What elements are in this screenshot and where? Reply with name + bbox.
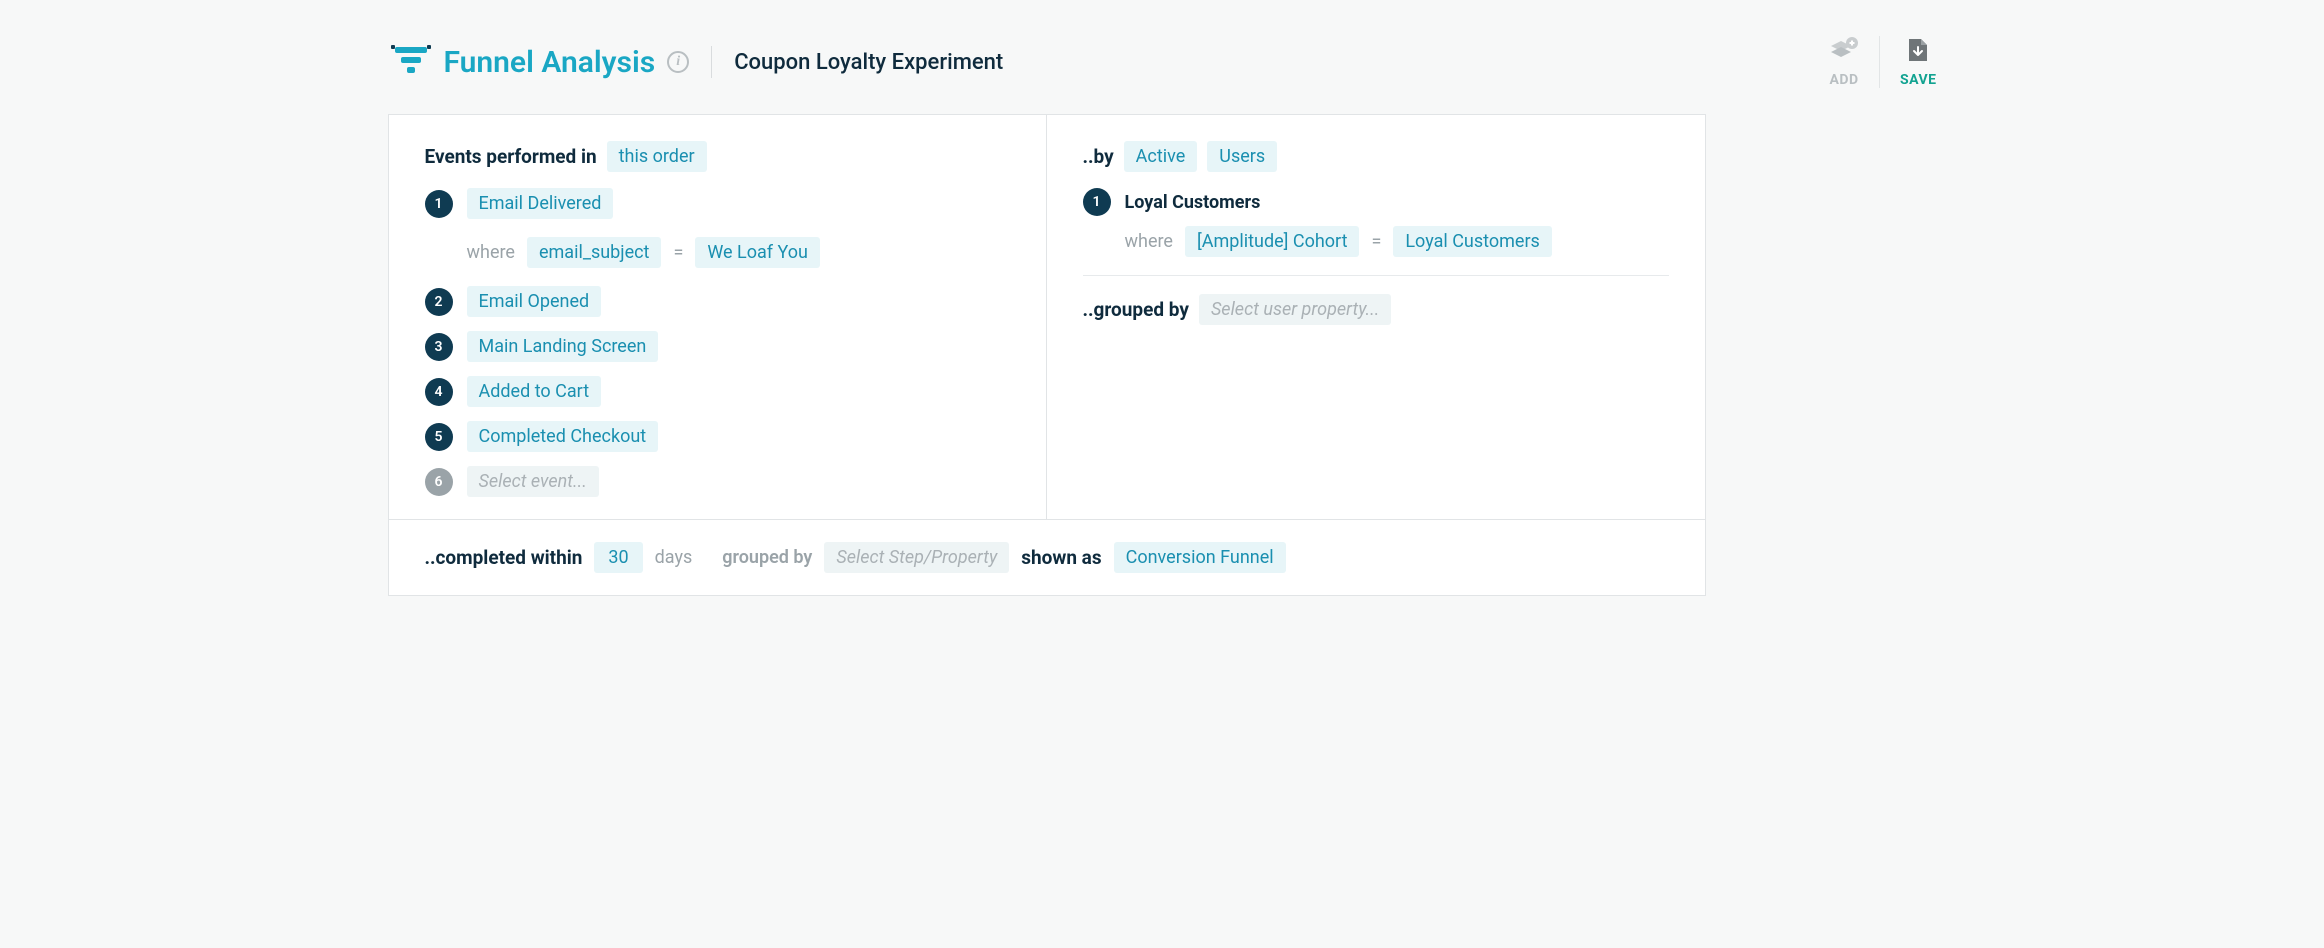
event-order-pill[interactable]: this order: [607, 141, 707, 172]
separator: [711, 46, 712, 78]
page-header: Funnel Analysis i Coupon Loyalty Experim…: [388, 0, 1937, 114]
grouped-by-label: ..grouped by: [1083, 298, 1189, 321]
by-active-pill[interactable]: Active: [1124, 141, 1198, 172]
where-label: where: [1125, 231, 1173, 252]
segment-where-clause: where [Amplitude] Cohort = Loyal Custome…: [1125, 226, 1669, 257]
segments-column: ..by Active Users 1 Loyal Customers wher…: [1047, 115, 1705, 519]
separator: [1879, 36, 1880, 88]
where-property-pill[interactable]: [Amplitude] Cohort: [1185, 226, 1360, 257]
step-number-badge: 6: [425, 468, 453, 496]
select-user-property-input[interactable]: Select user property...: [1199, 294, 1391, 325]
event-pill[interactable]: Main Landing Screen: [467, 331, 659, 362]
completed-within-unit[interactable]: days: [655, 547, 693, 568]
funnel-step: 1 Email Delivered: [425, 188, 1010, 219]
step-number-badge: 3: [425, 333, 453, 361]
segment-number-badge: 1: [1083, 188, 1111, 216]
by-label: ..by: [1083, 145, 1114, 168]
funnel-icon: [388, 42, 434, 82]
where-value-pill[interactable]: We Loaf You: [695, 237, 820, 268]
event-pill[interactable]: Email Delivered: [467, 188, 614, 219]
segment-name[interactable]: Loyal Customers: [1125, 192, 1261, 213]
event-pill[interactable]: Email Opened: [467, 286, 602, 317]
segment-row: 1 Loyal Customers: [1083, 188, 1669, 216]
where-property-pill[interactable]: email_subject: [527, 237, 661, 268]
funnel-step: 4 Added to Cart: [425, 376, 1010, 407]
step-number-badge: 2: [425, 288, 453, 316]
event-pill[interactable]: Added to Cart: [467, 376, 602, 407]
events-performed-label: Events performed in: [425, 145, 597, 168]
step-number-badge: 5: [425, 423, 453, 451]
shown-as-pill[interactable]: Conversion Funnel: [1114, 542, 1286, 573]
step-number-badge: 4: [425, 378, 453, 406]
where-operator[interactable]: =: [1371, 231, 1381, 252]
divider: [1083, 275, 1669, 276]
add-label: ADD: [1829, 72, 1858, 88]
panel-bottom-bar: ..completed within 30 days grouped by Se…: [389, 519, 1705, 595]
save-label: SAVE: [1900, 72, 1937, 88]
completed-within-label: ..completed within: [425, 546, 583, 569]
where-label: where: [467, 242, 515, 263]
by-users-pill[interactable]: Users: [1207, 141, 1277, 172]
funnel-step-new: 6 Select event...: [425, 466, 1010, 497]
save-file-icon: [1907, 37, 1929, 68]
select-event-input[interactable]: Select event...: [467, 466, 599, 497]
add-button[interactable]: ADD: [1829, 37, 1859, 88]
analysis-name[interactable]: Coupon Loyalty Experiment: [734, 50, 1003, 75]
info-icon[interactable]: i: [667, 51, 689, 73]
funnel-step: 5 Completed Checkout: [425, 421, 1010, 452]
config-panel: Events performed in this order 1 Email D…: [388, 114, 1706, 596]
funnel-step: 2 Email Opened: [425, 286, 1010, 317]
select-step-property-input[interactable]: Select Step/Property: [824, 542, 1009, 573]
where-value-pill[interactable]: Loyal Customers: [1393, 226, 1551, 257]
event-where-clause: where email_subject = We Loaf You: [467, 237, 1010, 268]
events-column: Events performed in this order 1 Email D…: [389, 115, 1047, 519]
shown-as-label: shown as: [1021, 546, 1101, 569]
step-number-badge: 1: [425, 190, 453, 218]
funnel-step: 3 Main Landing Screen: [425, 331, 1010, 362]
page-title: Funnel Analysis: [444, 45, 656, 80]
where-operator[interactable]: =: [673, 242, 683, 263]
completed-within-value[interactable]: 30: [594, 542, 642, 573]
event-pill[interactable]: Completed Checkout: [467, 421, 659, 452]
add-layers-icon: [1829, 37, 1859, 68]
save-button[interactable]: SAVE: [1900, 37, 1937, 88]
bottom-grouped-by-label: grouped by: [722, 547, 812, 568]
